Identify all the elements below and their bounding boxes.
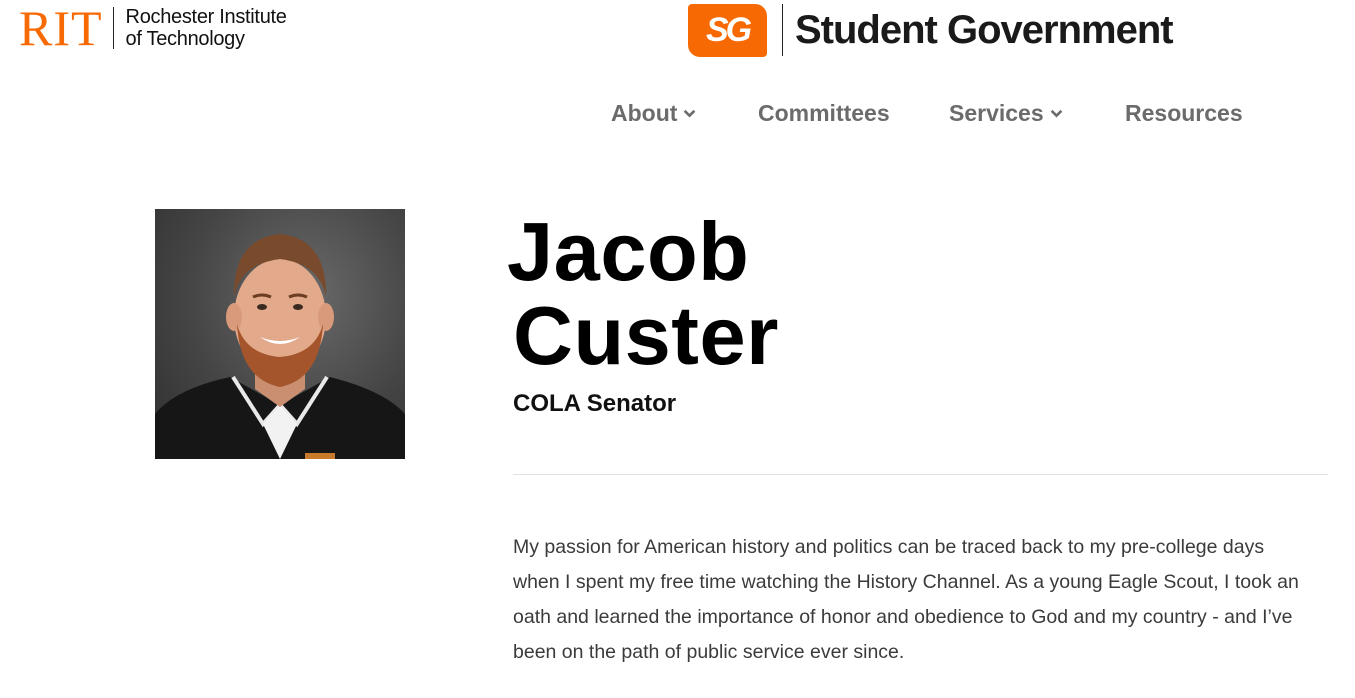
profile-photo — [155, 209, 405, 459]
nav-item-about[interactable]: About — [611, 100, 696, 127]
rit-logo-name: Rochester Institute of Technology — [126, 6, 287, 50]
rit-name-line2: of Technology — [125, 28, 245, 50]
section-divider — [513, 474, 1328, 475]
profile-first-name: Jacob — [507, 205, 750, 298]
rit-logo-mark: RIT — [19, 0, 103, 56]
portrait-illustration — [155, 234, 405, 459]
chevron-down-icon — [684, 109, 696, 118]
nav-item-label: About — [611, 99, 678, 126]
profile-role: COLA Senator — [513, 390, 677, 417]
sg-badge-text: SG — [705, 10, 752, 49]
profile-name: Jacob Custer — [507, 210, 779, 378]
chevron-down-icon — [1050, 109, 1062, 118]
profile-last-name: Custer — [513, 289, 779, 382]
nav-item-committees[interactable]: Committees — [758, 100, 890, 127]
nav-item-label: Committees — [758, 99, 890, 126]
student-government-logo[interactable]: SG Student Government — [688, 2, 1174, 58]
nav-item-services[interactable]: Services — [949, 100, 1063, 127]
logo-divider — [782, 4, 783, 56]
rit-name-line1: Rochester Institute — [125, 6, 287, 28]
sg-badge-icon: SG — [688, 3, 767, 57]
rit-logo[interactable]: RIT Rochester Institute of Technology — [19, 0, 287, 56]
profile-bio: My passion for American history and poli… — [513, 536, 1299, 663]
nav-item-label: Services — [949, 99, 1044, 126]
nav-item-resources[interactable]: Resources — [1125, 100, 1243, 127]
nav-item-label: Resources — [1125, 99, 1243, 126]
logo-divider — [112, 7, 114, 49]
site-title: Student Government — [795, 7, 1174, 52]
